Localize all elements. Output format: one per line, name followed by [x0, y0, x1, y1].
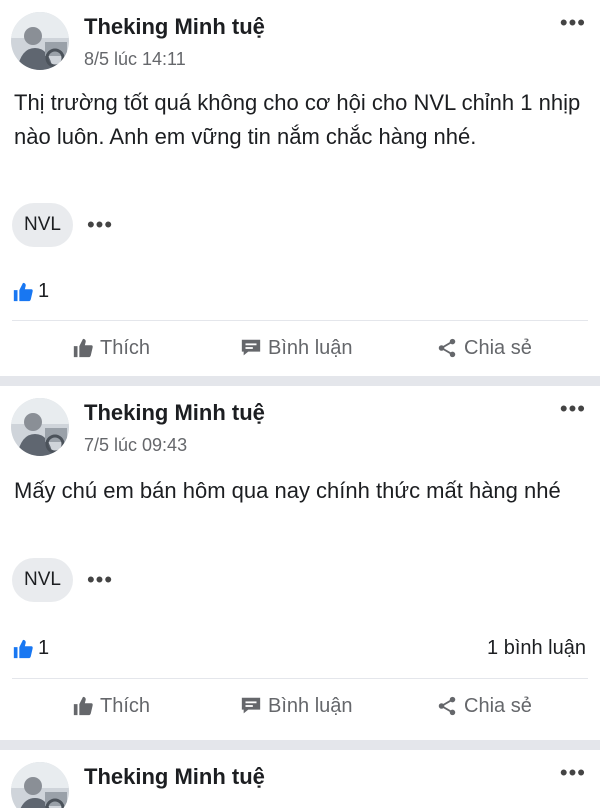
like-count-value: 1 [38, 637, 50, 659]
tag-row: NVL ••• [12, 203, 113, 247]
reaction-row: 1 1 bình luận [12, 637, 586, 660]
more-dots-icon[interactable]: ••• [560, 396, 586, 422]
like-count-value: 1 [38, 280, 50, 302]
avatar[interactable] [11, 12, 69, 70]
tag-row: NVL ••• [12, 558, 113, 602]
like-count[interactable]: 1 [12, 637, 49, 660]
post-card: Theking Minh tuệ 7/5 lúc 09:43 ••• Mấy c… [0, 386, 600, 740]
like-label: Thích [100, 694, 151, 717]
comment-icon [241, 697, 261, 714]
thumbs-up-icon [73, 696, 93, 716]
share-button[interactable]: Chia sẻ [436, 337, 532, 360]
thumbs-up-icon [13, 639, 33, 658]
post-content: Thị trường tốt quá không cho cơ hội cho … [14, 90, 581, 149]
stock-tag[interactable]: NVL [12, 558, 73, 602]
share-label: Chia sẻ [464, 694, 532, 717]
comment-count[interactable]: 1 bình luận [487, 637, 586, 660]
share-icon [438, 696, 456, 716]
more-dots-icon[interactable]: ••• [87, 212, 113, 238]
reaction-row: 1 [12, 280, 586, 303]
divider [12, 678, 588, 679]
divider [12, 320, 588, 321]
post-content: Mấy chú em bán hôm qua nay chính thức mấ… [14, 478, 561, 503]
avatar[interactable] [11, 398, 69, 456]
like-label: Thích [100, 336, 151, 359]
like-button[interactable]: Thích [72, 337, 150, 360]
post-separator [0, 376, 600, 386]
author-name[interactable]: Theking Minh tuệ [84, 400, 265, 426]
action-bar: Thích Bình luận Chia sẻ [0, 684, 600, 728]
comment-button[interactable]: Bình luận [240, 337, 353, 360]
comment-button[interactable]: Bình luận [240, 695, 353, 718]
post-time[interactable]: 8/5 lúc 14:11 [84, 49, 186, 70]
share-button[interactable]: Chia sẻ [436, 695, 532, 718]
more-dots-icon[interactable]: ••• [560, 10, 586, 36]
author-name[interactable]: Theking Minh tuệ [84, 14, 265, 40]
comment-label: Bình luận [268, 694, 353, 717]
share-label: Chia sẻ [464, 336, 532, 359]
more-dots-icon[interactable]: ••• [87, 567, 113, 593]
comment-label: Bình luận [268, 336, 353, 359]
post-separator [0, 740, 600, 750]
thumbs-up-icon [13, 282, 33, 301]
avatar[interactable] [11, 762, 69, 808]
post-card: Theking Minh tuệ ••• [0, 750, 600, 808]
share-icon [438, 338, 456, 358]
like-count[interactable]: 1 [12, 280, 49, 303]
more-dots-icon[interactable]: ••• [560, 760, 586, 786]
post-card: Theking Minh tuệ 8/5 lúc 14:11 ••• Thị t… [0, 0, 600, 376]
post-time[interactable]: 7/5 lúc 09:43 [84, 435, 187, 456]
comment-icon [241, 339, 261, 356]
action-bar: Thích Bình luận Chia sẻ [0, 326, 600, 370]
like-button[interactable]: Thích [72, 695, 150, 718]
author-name[interactable]: Theking Minh tuệ [84, 764, 265, 790]
stock-tag[interactable]: NVL [12, 203, 73, 247]
thumbs-up-icon [73, 338, 93, 358]
